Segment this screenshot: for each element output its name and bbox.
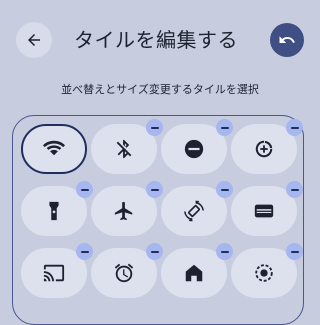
wallet-icon [254,204,274,218]
remove-tile-button[interactable] [286,119,303,136]
remove-tile-button[interactable] [146,181,163,198]
remove-tile-button[interactable] [146,119,163,136]
tile-airplane-mode[interactable] [91,181,163,236]
top-app-bar: タイルを編集する [0,0,320,80]
back-button[interactable] [16,22,52,58]
tile-screen-record[interactable] [231,243,303,298]
tile-wallet[interactable] [231,181,303,236]
remove-tile-button[interactable] [76,243,93,260]
arrow-back-icon [28,34,40,46]
flashlight-icon [49,201,59,221]
remove-tile-button[interactable] [146,243,163,260]
tile-alarm[interactable] [91,243,163,298]
airplane-icon [114,201,133,221]
undo-icon [279,36,295,43]
bluetooth-disabled-icon [116,139,132,159]
undo-button[interactable] [270,23,304,57]
tile-flashlight[interactable] [21,181,93,236]
remove-tile-button[interactable] [216,119,233,136]
tile-auto-rotate[interactable] [161,181,233,236]
remove-tile-button[interactable] [286,243,303,260]
do-not-disturb-icon [184,139,204,159]
tile-do-not-disturb[interactable] [161,119,233,174]
instruction-text: 並べ替えとサイズ変更するタイルを選択 [61,83,259,96]
remove-tile-button[interactable] [216,243,233,260]
tile-bluetooth-off[interactable] [91,119,163,174]
screen-rotation-icon [184,200,204,222]
remove-tile-button[interactable] [286,181,303,198]
tile-grid [12,115,304,325]
screen-record-icon [255,264,273,282]
home-icon [185,264,203,282]
remove-tile-button[interactable] [76,181,93,198]
cast-icon [43,264,65,282]
tile-wifi[interactable] [21,124,87,174]
remove-tile-button[interactable] [216,181,233,198]
tile-data-saver[interactable] [231,119,303,174]
tile-screen-cast[interactable] [21,243,93,298]
data-saver-icon [255,140,273,158]
wifi-icon [43,140,65,156]
tile-home[interactable] [161,243,233,298]
alarm-icon [114,263,134,283]
page-title: タイルを編集する [74,28,238,52]
